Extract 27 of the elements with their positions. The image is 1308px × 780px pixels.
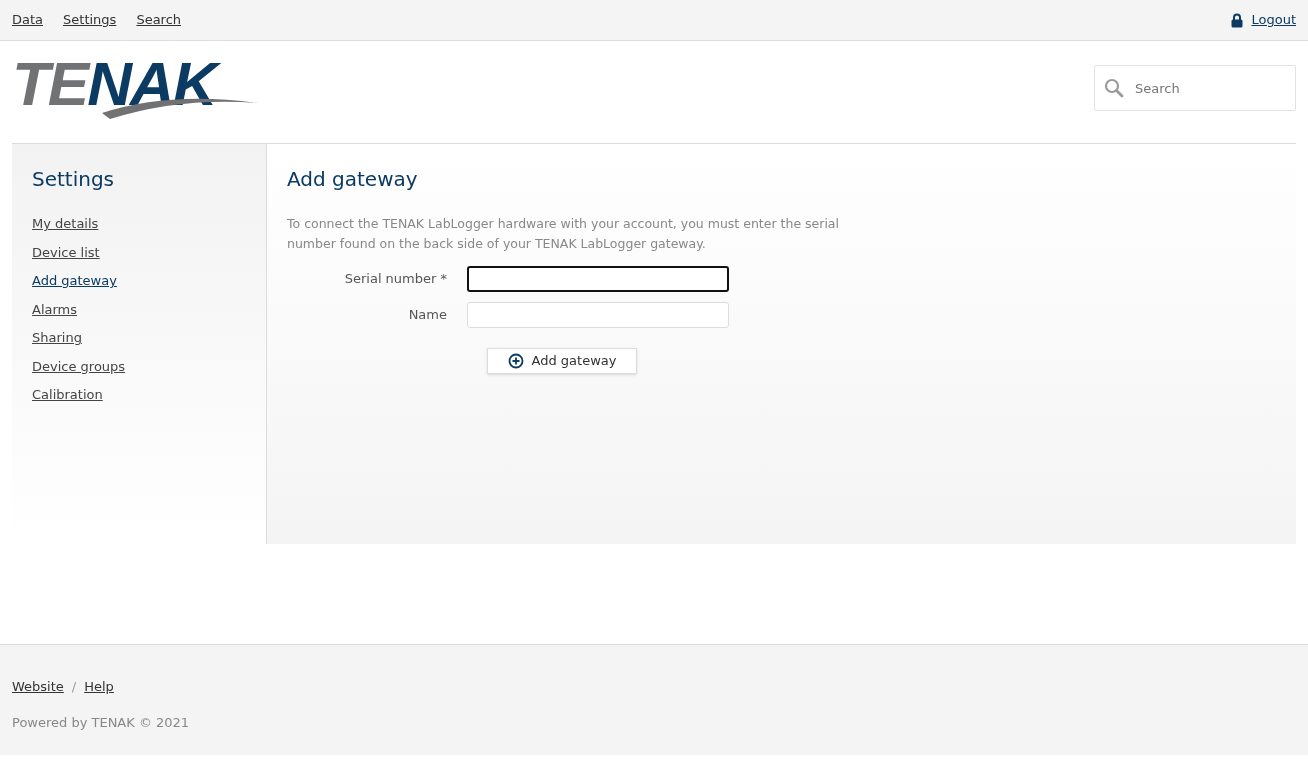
logout-link[interactable]: Logout <box>1251 10 1296 30</box>
lock-icon <box>1231 12 1244 28</box>
sidebar-link[interactable]: Calibration <box>32 385 103 405</box>
nav-link[interactable]: Search <box>136 10 182 30</box>
sidebar-link[interactable]: Alarms <box>32 299 78 319</box>
page-title: Add gateway <box>287 166 419 193</box>
footer-link[interactable]: Help <box>84 677 114 697</box>
sidebar-link[interactable]: Sharing <box>32 328 82 348</box>
plus-circle-icon <box>507 353 524 369</box>
nav-link[interactable]: Data <box>12 10 44 30</box>
search-field[interactable]: Search <box>1094 65 1296 111</box>
input-field[interactable] <box>467 266 729 292</box>
sidebar-link[interactable]: Add gateway <box>32 271 117 291</box>
search-icon <box>1104 78 1124 98</box>
footer-link[interactable]: Website <box>12 677 64 697</box>
logo: TENAK <box>12 55 268 121</box>
nav-link[interactable]: Settings <box>63 10 117 30</box>
sidebar-link[interactable]: Device groups <box>32 356 126 376</box>
sidebar-link[interactable]: My details <box>32 214 99 234</box>
field-label: Serial number * <box>343 270 448 289</box>
description-text: To connect the TENAK LabLogger hardware with your account, you must enter the serial number found on the back side of your TENAK LabLogger gateway. <box>287 215 840 253</box>
add-gateway-button[interactable]: Add gateway <box>487 348 637 374</box>
copyright-text: Powered by TENAK © 2021 <box>12 713 191 732</box>
sidebar-link[interactable]: Device list <box>32 242 100 262</box>
field-label: Name <box>407 306 448 325</box>
separator: / <box>71 678 77 696</box>
sidebar-title: Settings <box>32 166 116 193</box>
